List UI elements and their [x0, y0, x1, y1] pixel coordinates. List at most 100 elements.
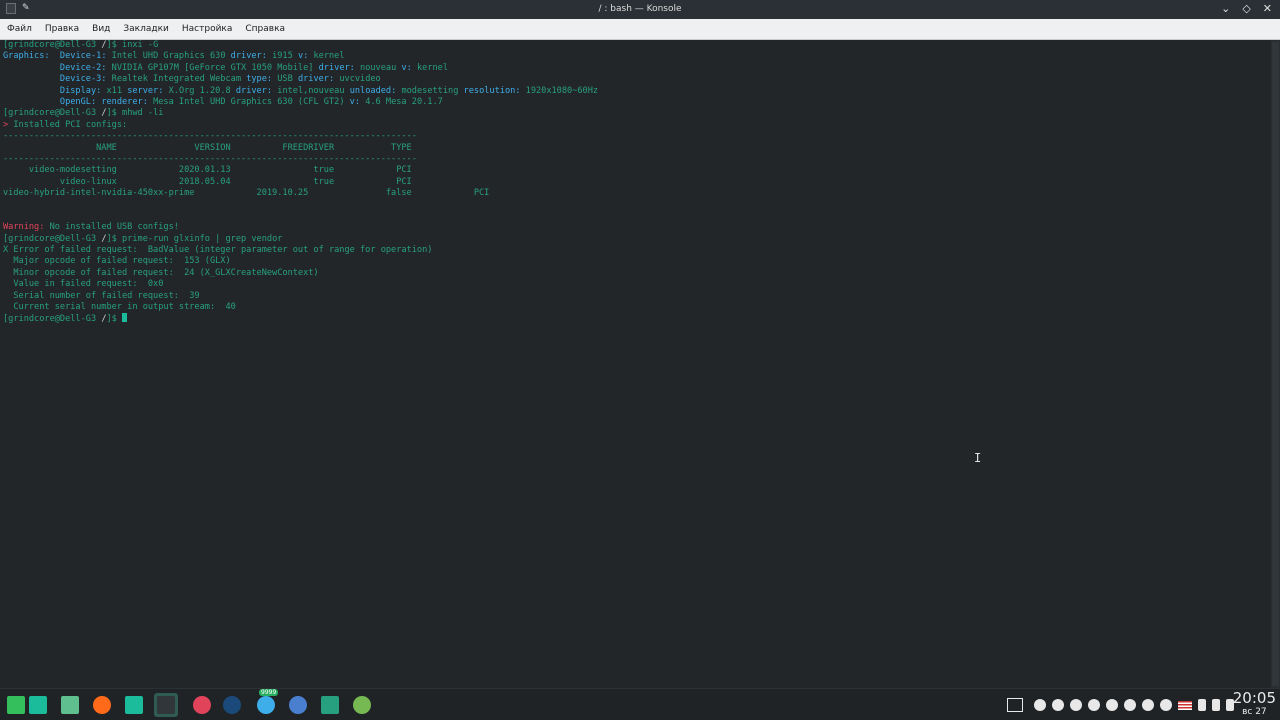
download-icon[interactable]	[350, 693, 374, 717]
konsole-glyph	[157, 696, 175, 714]
scrollbar-thumb[interactable]	[1272, 42, 1279, 686]
mouse-ibeam-cursor: Ι	[974, 451, 982, 465]
terminal-line: [grindcore@Dell-G3 /]$ prime-run glxinfo…	[3, 234, 1271, 245]
terminal-line: OpenGL: renderer: Mesa Intel UHD Graphic…	[3, 97, 1271, 108]
terminal-line: Graphics: Device-1: Intel UHD Graphics 6…	[3, 51, 1271, 62]
minimize-icon[interactable]: ⌄	[1221, 2, 1230, 15]
chrome-icon[interactable]	[286, 693, 310, 717]
clock[interactable]: 20:05 вс 27	[1233, 690, 1276, 718]
manjaro-menu-glyph	[7, 696, 25, 714]
terminal-text: NVIDIA GP107M [GeForce GTX 1050 Mobile]	[111, 62, 319, 73]
terminal-text: X.Org 1.20.8	[168, 85, 236, 96]
terminal-text: Realtek Integrated Webcam	[111, 74, 247, 85]
vpn-tray-icon[interactable]	[1088, 699, 1100, 711]
terminal-text: Display:	[3, 85, 107, 96]
terminal-text: v:	[401, 62, 417, 73]
terminal-text: Device-2:	[3, 62, 112, 73]
telegram-glyph	[257, 696, 275, 714]
terminal-text: nouveau	[360, 62, 402, 73]
terminal-line: Minor opcode of failed request: 24 (X_GL…	[3, 268, 1271, 279]
media-icon[interactable]	[1052, 699, 1064, 711]
terminal-text: USB	[277, 74, 298, 85]
menu-bookmarks[interactable]: Закладки	[117, 24, 175, 34]
terminal-scrollbar[interactable]	[1271, 40, 1280, 688]
vpn-glyph	[193, 696, 211, 714]
steam-tray-icon[interactable]	[1070, 699, 1082, 711]
bluetooth-icon[interactable]	[1212, 699, 1220, 711]
terminal-text: ]$ prime-run glxinfo | grep vendor	[106, 233, 283, 244]
terminal-line: Device-3: Realtek Integrated Webcam type…	[3, 74, 1271, 85]
terminal-text: ]$ inxi -G	[106, 40, 159, 50]
vpn-icon[interactable]	[190, 693, 214, 717]
wifi-icon[interactable]	[1198, 699, 1206, 711]
terminal-text: [grindcore@Dell-G3	[3, 314, 102, 325]
desktop-icon[interactable]	[26, 693, 50, 717]
display-icon[interactable]	[1007, 698, 1023, 712]
terminal-line: X Error of failed request: BadValue (int…	[3, 245, 1271, 256]
terminal-text: video-linux 2018.05.04 true PCI	[3, 176, 412, 187]
konsole-icon[interactable]	[154, 693, 178, 717]
clipboard-icon[interactable]	[1106, 699, 1118, 711]
menu-help[interactable]: Справка	[239, 24, 291, 34]
window-title: / : bash — Konsole	[598, 4, 682, 14]
terminal-line: ----------------------------------------…	[3, 131, 1271, 142]
terminal-text: intel,nouveau	[277, 85, 350, 96]
terminal-text: Warning:	[3, 222, 50, 233]
download-glyph	[353, 696, 371, 714]
files-icon[interactable]	[58, 693, 82, 717]
terminal-text: ]$	[106, 314, 123, 325]
terminal-text: driver:	[297, 74, 340, 85]
volume-icon[interactable]	[1124, 699, 1136, 711]
terminal-text: Device-3:	[3, 74, 112, 85]
terminal-line: video-modesetting 2020.01.13 true PCI	[3, 165, 1271, 176]
menu-view[interactable]: Вид	[86, 24, 116, 34]
terminal-text: [grindcore@Dell-G3	[3, 233, 102, 244]
manjaro-menu-icon[interactable]	[4, 693, 28, 717]
close-icon[interactable]: ✕	[1263, 2, 1272, 15]
terminal-text: x11	[106, 85, 128, 96]
terminal-text: driver:	[235, 85, 278, 96]
battery-icon[interactable]	[1142, 699, 1154, 711]
menu-file[interactable]: Файл	[1, 24, 38, 34]
maximize-icon[interactable]: ◇	[1242, 2, 1250, 15]
terminal-line: [grindcore@Dell-G3 /]$ inxi -G	[3, 40, 1271, 51]
menu-edit[interactable]: Правка	[39, 24, 85, 34]
menu-bar: Файл Правка Вид Закладки Настройка Справ…	[0, 19, 1280, 40]
terminal-text: OpenGL:	[3, 96, 102, 107]
text-cursor	[122, 313, 128, 323]
monitor-glyph	[321, 696, 339, 714]
terminal-text: renderer:	[101, 96, 154, 107]
terminal-text: ----------------------------------------…	[3, 131, 417, 142]
terminal-text: Value in failed request: 0x0	[3, 279, 164, 290]
terminal-text: modesetting	[401, 85, 464, 96]
terminal-text: Serial number of failed request: 39	[3, 290, 200, 301]
terminal-text: >	[3, 119, 14, 130]
terminal-line: video-hybrid-intel-nvidia-450xx-prime 20…	[3, 188, 1271, 199]
terminal-output[interactable]: [grindcore@Dell-G3 /]$ inxi -G Graphics: …	[0, 40, 1271, 688]
terminal-line: [grindcore@Dell-G3 /]$ mhwd -li	[3, 108, 1271, 119]
terminal-text: Major opcode of failed request: 153 (GLX…	[3, 256, 231, 267]
terminal-text: Intel UHD Graphics 630	[111, 51, 231, 62]
terminal-text: [grindcore@Dell-G3	[3, 40, 102, 50]
flag-us-icon[interactable]	[1178, 700, 1192, 710]
terminal-line: ----------------------------------------…	[3, 154, 1271, 165]
terminal-text: 1920x1080~60Hz	[525, 85, 599, 96]
terminal-line: [grindcore@Dell-G3 /]$	[3, 313, 1271, 324]
notes-icon[interactable]	[1160, 699, 1172, 711]
editor-icon[interactable]	[122, 693, 146, 717]
terminal-text: ----------------------------------------…	[3, 153, 417, 164]
monitor-icon[interactable]	[318, 693, 342, 717]
desktop-glyph	[29, 696, 47, 714]
terminal-text: uvcvideo	[339, 74, 381, 85]
terminal-line: > Installed PCI configs:	[3, 120, 1271, 131]
menu-settings[interactable]: Настройка	[176, 24, 239, 34]
terminal-text: 4.6 Mesa 20.1.7	[365, 96, 443, 107]
telegram-icon[interactable]: 9999	[254, 689, 279, 717]
terminal-line: Serial number of failed request: 39	[3, 291, 1271, 302]
terminal-text: video-hybrid-intel-nvidia-450xx-prime 20…	[3, 188, 490, 199]
terminal-line: Display: x11 server: X.Org 1.20.8 driver…	[3, 86, 1271, 97]
steam-icon[interactable]	[220, 693, 244, 717]
window-titlebar: ✎ / : bash — Konsole ⌄ ◇ ✕	[0, 0, 1280, 19]
pause-icon[interactable]	[1034, 699, 1046, 711]
firefox-icon[interactable]	[90, 693, 114, 717]
